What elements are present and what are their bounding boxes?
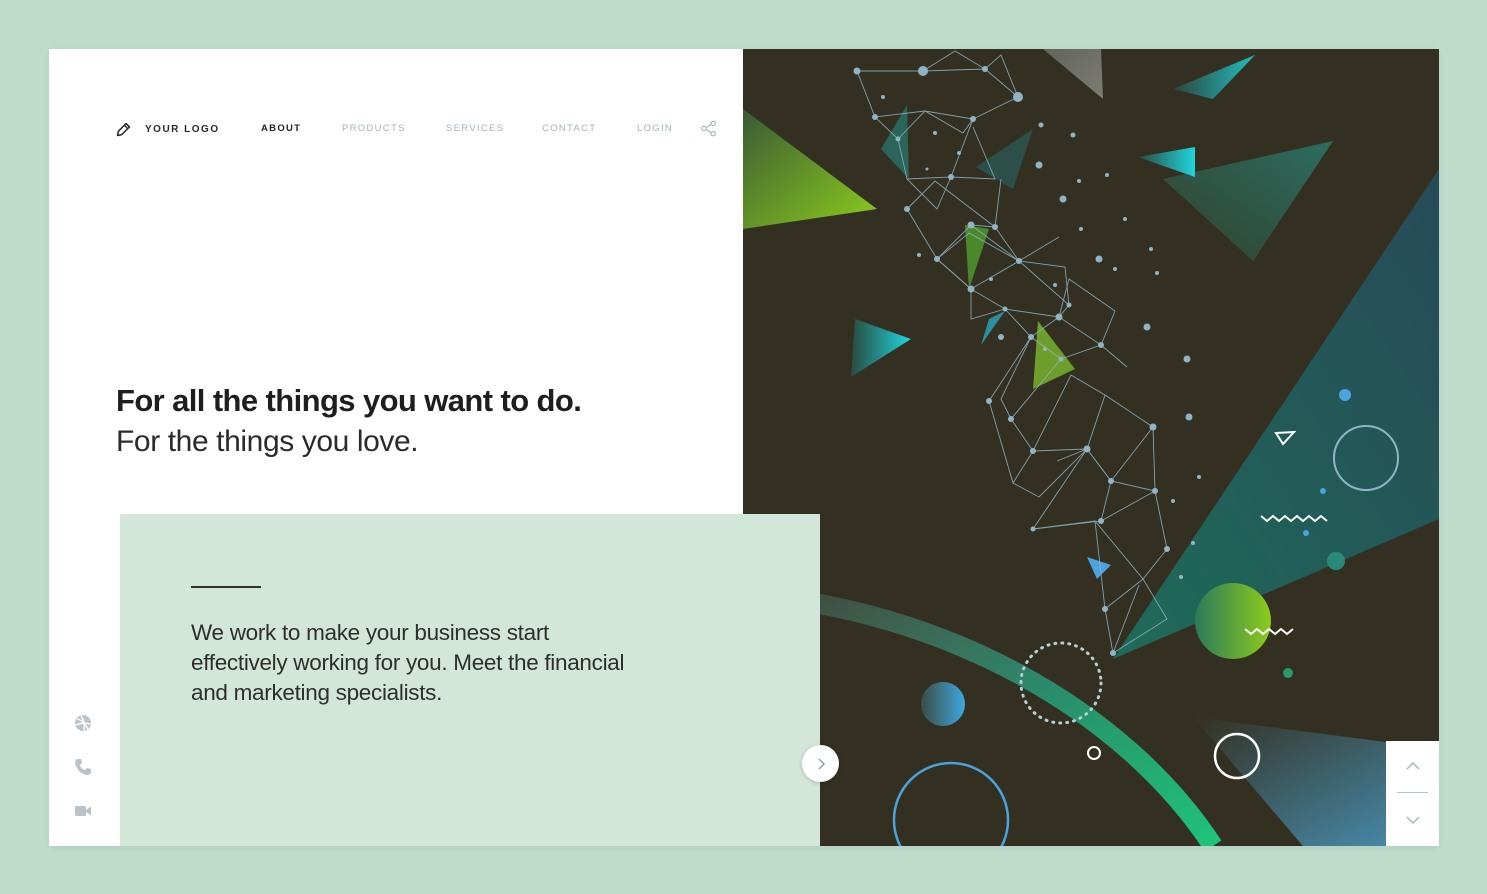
scroll-down-button[interactable] — [1386, 795, 1439, 845]
chevron-right-icon — [818, 758, 825, 769]
nav-products[interactable]: PRODUCTS — [342, 123, 406, 137]
share-icon[interactable] — [700, 120, 717, 137]
dribbble-icon[interactable] — [73, 713, 93, 733]
chevron-down-icon — [1406, 816, 1419, 824]
nav-services[interactable]: SERVICES — [446, 123, 504, 137]
nav-contact[interactable]: CONTACT — [542, 123, 596, 137]
hero-headline: For all the things you want to do. — [116, 383, 582, 418]
nav-about[interactable]: ABOUT — [261, 123, 301, 137]
scroll-controls — [1386, 741, 1439, 846]
phone-icon[interactable] — [73, 757, 93, 777]
chevron-up-icon — [1406, 762, 1419, 770]
logo-text: YOUR LOGO — [145, 124, 220, 135]
hero-subheadline: For the things you love. — [116, 425, 419, 458]
intro-text: We work to make your business start effe… — [191, 620, 625, 705]
pencil-icon — [116, 122, 131, 137]
scroll-divider — [1397, 792, 1428, 793]
divider-line — [191, 586, 261, 588]
scroll-up-button[interactable] — [1386, 741, 1439, 791]
hero-illustration — [743, 49, 1439, 846]
video-camera-icon[interactable] — [73, 801, 93, 821]
nav-login[interactable]: LOGIN — [637, 123, 673, 137]
next-slide-button[interactable] — [802, 745, 839, 782]
intro-card: We work to make your business start effe… — [120, 514, 820, 846]
brand-logo[interactable]: YOUR LOGO — [115, 121, 220, 138]
landing-page: YOUR LOGO ABOUT PRODUCTS SERVICES CONTAC… — [49, 49, 1439, 846]
